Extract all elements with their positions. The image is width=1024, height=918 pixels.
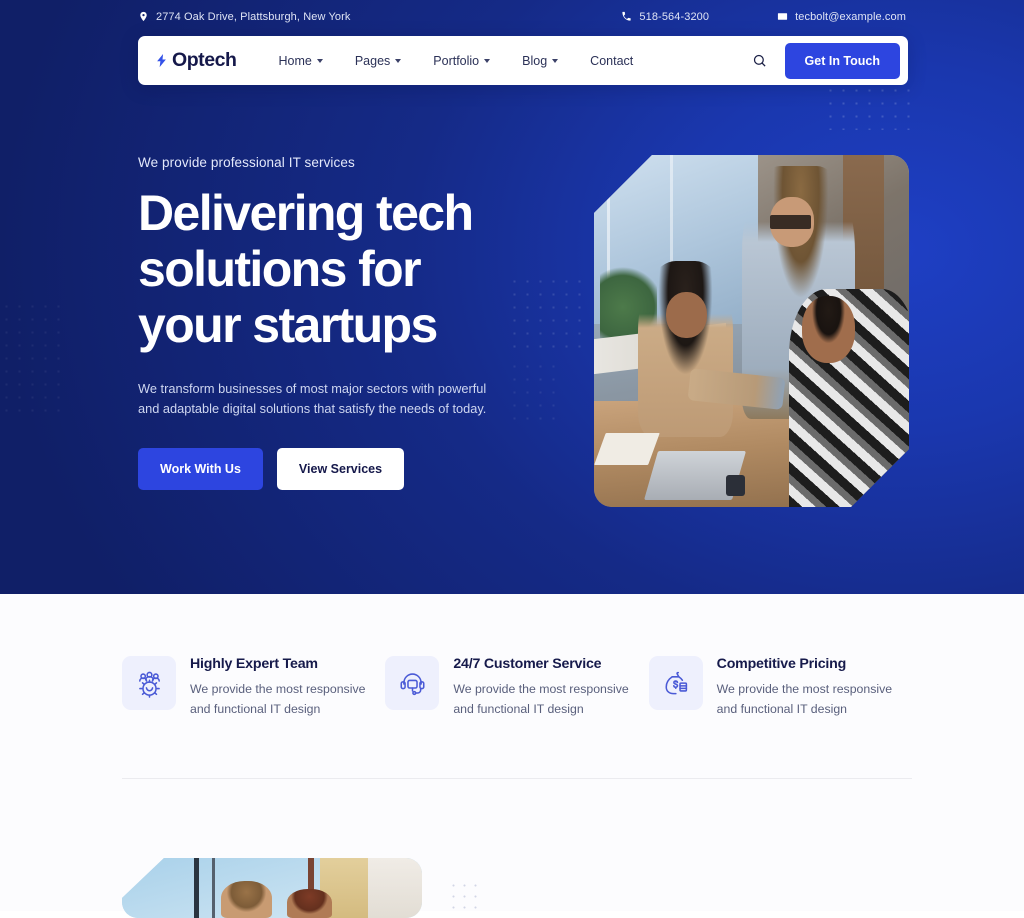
- main-navigation: Optech Home Pages Portfolio Blog Contact: [138, 36, 908, 85]
- feature-card-expert-team: Highly Expert Team We provide the most r…: [122, 656, 385, 719]
- address-text: 2774 Oak Drive, Plattsburgh, New York: [156, 10, 351, 23]
- hero-headline-line-2: solutions for: [138, 241, 422, 297]
- nav-links: Home Pages Portfolio Blog Contact: [262, 48, 649, 74]
- feature-description: We provide the most responsive and funct…: [716, 682, 893, 716]
- features-list: Highly Expert Team We provide the most r…: [122, 656, 912, 719]
- get-in-touch-button[interactable]: Get In Touch: [784, 42, 900, 79]
- brand-name: Optech: [172, 49, 237, 71]
- feature-title: Highly Expert Team: [190, 656, 318, 672]
- top-contact-bar: 2774 Oak Drive, Plattsburgh, New York 51…: [0, 0, 1024, 33]
- nav-item-pages-label: Pages: [354, 53, 391, 68]
- top-contact-right: 518-564-3200 tecbolt@example.com: [621, 11, 906, 23]
- feature-description: We provide the most responsive and funct…: [453, 682, 629, 716]
- hero-headline-line-3: your startups: [138, 297, 438, 353]
- hero-subcopy: We transform businesses of most major se…: [138, 381, 487, 416]
- hero-section: 2774 Oak Drive, Plattsburgh, New York 51…: [0, 0, 1024, 594]
- chevron-down-icon: [395, 59, 402, 63]
- envelope-icon: [777, 11, 788, 22]
- dot-pattern-left: [0, 300, 60, 420]
- email-text: tecbolt@example.com: [795, 10, 906, 23]
- nav-item-blog[interactable]: Blog: [506, 48, 574, 74]
- address-item: 2774 Oak Drive, Plattsburgh, New York: [138, 11, 350, 23]
- search-icon[interactable]: [749, 50, 771, 72]
- brand-logo[interactable]: Optech: [154, 49, 237, 72]
- nav-item-portfolio[interactable]: Portfolio: [417, 48, 506, 74]
- chevron-down-icon: [316, 59, 323, 63]
- nav-item-home-label: Home: [278, 53, 312, 68]
- location-pin-icon: [138, 11, 149, 22]
- hero-headline-line-1: Delivering tech: [138, 185, 474, 241]
- phone-text: 518-564-3200: [639, 10, 710, 23]
- hero-eyebrow: We provide professional IT services: [138, 155, 355, 170]
- team-gear-icon: [122, 656, 176, 710]
- nav-item-pages[interactable]: Pages: [339, 48, 417, 74]
- chevron-down-icon: [552, 59, 559, 63]
- feature-description: We provide the most responsive and funct…: [190, 682, 366, 716]
- hero-photo-illustration: [594, 155, 909, 507]
- work-with-us-button[interactable]: Work With Us: [138, 448, 263, 490]
- nav-item-portfolio-label: Portfolio: [433, 53, 480, 68]
- chevron-down-icon: [484, 59, 491, 63]
- feature-text-expert-team: Highly Expert Team We provide the most r…: [190, 656, 370, 719]
- feature-text-customer-service: 24/7 Customer Service We provide the mos…: [453, 656, 633, 719]
- feature-title: Competitive Pricing: [716, 656, 847, 672]
- dot-pattern-top-right: [824, 84, 916, 130]
- nav-right-actions: Get In Touch: [749, 42, 900, 79]
- money-bag-icon: [648, 656, 703, 710]
- hero-content: We provide professional IT services Deli…: [138, 155, 558, 490]
- feature-card-customer-service: 24/7 Customer Service We provide the mos…: [385, 656, 648, 719]
- hero-actions: Work With Us View Services: [138, 448, 558, 490]
- about-section-image: [122, 858, 422, 918]
- nav-item-home[interactable]: Home: [262, 48, 338, 74]
- feature-text-competitive-pricing: Competitive Pricing We provide the most …: [717, 656, 897, 719]
- headset-support-icon: [385, 656, 440, 710]
- section-divider: [122, 778, 912, 779]
- phone-item[interactable]: 518-564-3200: [621, 11, 709, 23]
- features-section: Highly Expert Team We provide the most r…: [0, 594, 1024, 911]
- hero-headline: Delivering tech solutions for your start…: [138, 185, 558, 353]
- email-item[interactable]: tecbolt@example.com: [777, 11, 906, 23]
- nav-item-contact-label: Contact: [590, 53, 634, 68]
- nav-item-blog-label: Blog: [522, 53, 548, 68]
- lightning-bolt-icon: [154, 51, 169, 70]
- feature-card-competitive-pricing: Competitive Pricing We provide the most …: [648, 656, 912, 719]
- view-services-button[interactable]: View Services: [276, 448, 405, 490]
- hero-image: [594, 155, 909, 507]
- phone-icon: [621, 11, 632, 22]
- feature-title: 24/7 Customer Service: [453, 656, 602, 672]
- nav-item-contact[interactable]: Contact: [574, 48, 649, 74]
